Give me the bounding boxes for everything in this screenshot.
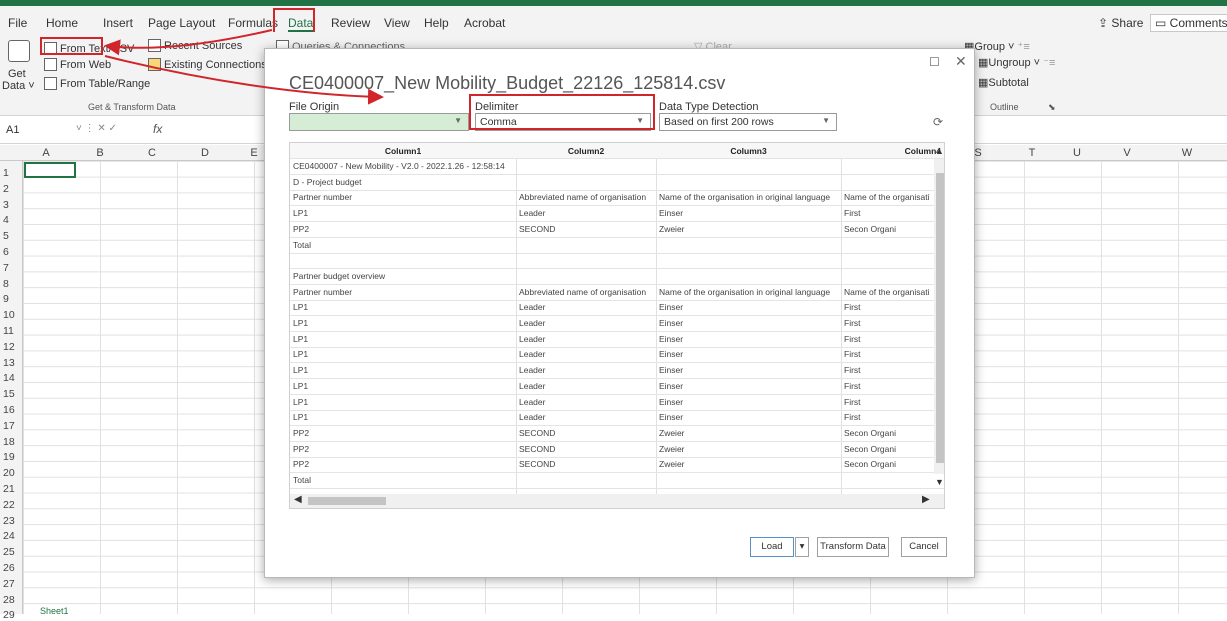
arrow-to-dialog — [104, 55, 384, 105]
annotation-arrows — [104, 29, 384, 105]
arrow-to-from-text-csv — [104, 29, 273, 56]
